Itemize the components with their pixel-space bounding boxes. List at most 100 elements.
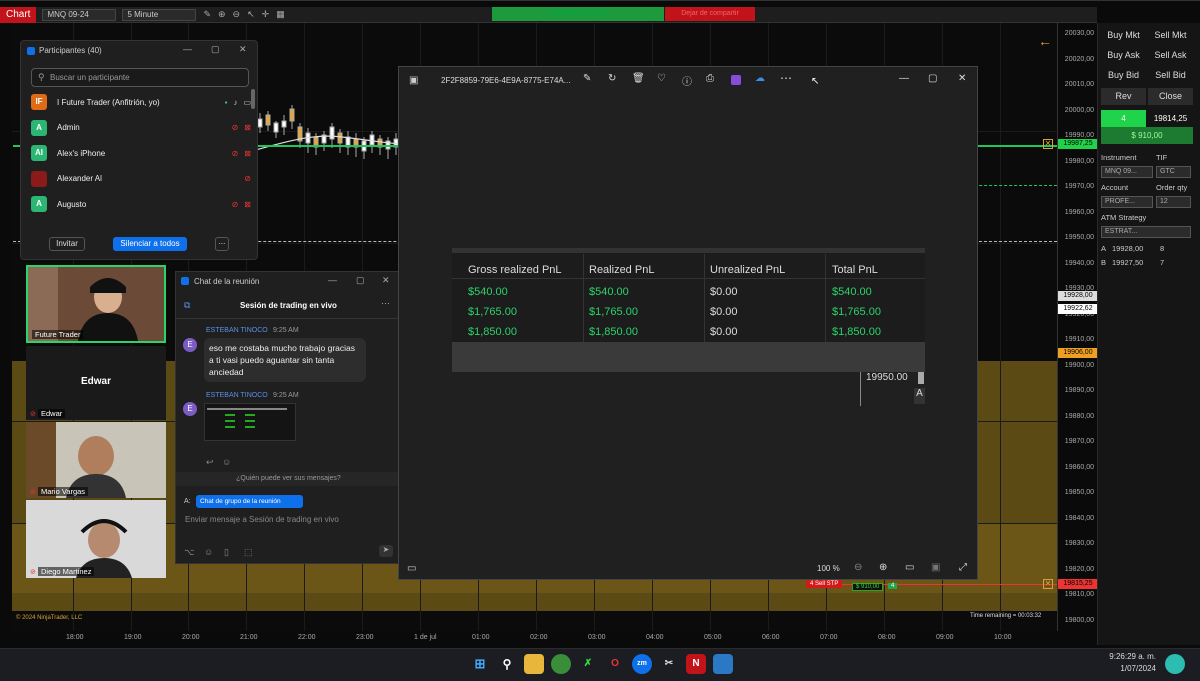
search-icon[interactable]: ⚲ <box>497 654 517 674</box>
sell-ask-button[interactable]: Sell Ask <box>1148 47 1193 64</box>
participants-scrollbar[interactable] <box>251 89 255 109</box>
participant-row[interactable]: A Augusto ⊘ ⊠ <box>31 193 251 215</box>
maximize-icon[interactable]: ▢ <box>356 275 365 286</box>
maximize-icon[interactable]: ▢ <box>928 73 937 84</box>
file-explorer-icon[interactable] <box>524 654 544 674</box>
image-gallery-icon[interactable]: ▣ <box>409 75 418 86</box>
camera-off-icon[interactable]: ⊠ <box>244 123 251 132</box>
who-can-see-link[interactable]: ¿Quién puede ver sus mensajes? <box>176 472 401 486</box>
pointer-icon[interactable]: ↖ <box>247 9 255 20</box>
close-target-icon[interactable]: ✕ <box>1043 139 1053 149</box>
muted-mic-icon[interactable]: ⊘ <box>232 123 239 132</box>
buy-bid-button[interactable]: Buy Bid <box>1101 67 1146 84</box>
muted-mic-icon[interactable]: ⊘ <box>232 149 239 158</box>
time-axis[interactable]: 18:00 19:00 20:00 21:00 22:00 23:00 1 de jul 01… <box>12 631 1057 647</box>
close-position-button[interactable]: Close <box>1148 88 1193 105</box>
sell-stop-order-tag[interactable]: 4 Sell STP <box>806 580 843 588</box>
image-attachment-thumbnail[interactable] <box>204 403 296 441</box>
snipping-tool-icon[interactable]: ✂ <box>659 654 679 674</box>
more-icon[interactable]: ⋯ <box>780 71 792 85</box>
zoom-in-icon[interactable]: ⊕ <box>218 9 226 20</box>
strategy-button[interactable]: Estrategia (oculta) <box>492 7 664 21</box>
minimize-icon[interactable]: — <box>899 73 909 84</box>
onedrive-icon[interactable]: ☁ <box>755 73 765 84</box>
ninjatrader-icon[interactable]: N <box>686 654 706 674</box>
muted-mic-icon[interactable]: ⊘ <box>232 200 239 209</box>
tif-select[interactable]: GTC <box>1156 166 1191 178</box>
camera-off-icon[interactable]: ⊠ <box>244 149 251 158</box>
start-icon[interactable]: ⊞ <box>470 654 490 674</box>
camera-off-icon[interactable]: ⊠ <box>244 200 251 209</box>
opera-icon[interactable]: O <box>605 654 625 674</box>
chrome-icon[interactable] <box>551 654 571 674</box>
zoom-app-icon[interactable]: zm <box>632 654 652 674</box>
instrument-select[interactable]: MNQ 09... <box>1101 166 1153 178</box>
minimize-icon[interactable]: — <box>183 44 192 54</box>
photos-app-icon[interactable] <box>713 654 733 674</box>
chart-tab[interactable]: Chart <box>0 6 37 23</box>
send-icon[interactable]: ➤ <box>379 545 393 557</box>
video-tile-diego-martinez[interactable]: Diego Martinez ⊘ <box>26 500 166 578</box>
participant-row[interactable]: AI Alex's iPhone ⊘ ⊠ <box>31 142 251 164</box>
filmstrip-icon[interactable]: ▭ <box>407 563 416 574</box>
fullscreen-icon[interactable]: ⤢ <box>959 562 967 573</box>
emoji-reaction-icon[interactable]: ☺ <box>222 457 231 467</box>
reply-icon[interactable]: ↩ <box>206 457 214 468</box>
participant-row[interactable]: A Admin ⊘ ⊠ <box>31 117 251 139</box>
account-select[interactable]: PROFE... <box>1101 196 1153 208</box>
more-options-button[interactable]: ... <box>215 237 229 251</box>
chat-message-input[interactable]: Enviar mensaje a Sesión de trading en vi… <box>185 515 339 524</box>
participant-row[interactable]: Alexander Al ⊘ <box>31 168 251 190</box>
interval-selector[interactable]: 5 Minute <box>122 8 197 21</box>
order-qty-input[interactable]: 12 <box>1156 196 1191 208</box>
info-icon[interactable]: ⓘ <box>682 73 692 88</box>
maximize-icon[interactable]: ▢ <box>211 44 220 55</box>
designer-icon[interactable] <box>731 75 741 85</box>
rotate-icon[interactable]: ↻ <box>608 73 616 84</box>
emoji-icon[interactable]: ☺ <box>204 547 213 557</box>
close-icon[interactable]: ✕ <box>382 275 390 286</box>
actual-size-icon[interactable]: ▣ <box>931 562 940 573</box>
zoom-out-icon[interactable]: ⊖ <box>854 562 862 573</box>
chat-more-icon[interactable]: ⋯ <box>381 298 390 309</box>
data-box-icon[interactable]: ▦ <box>276 9 285 20</box>
delete-icon[interactable]: 🗑 <box>632 73 645 84</box>
sell-market-button[interactable]: Sell Mkt <box>1148 27 1193 44</box>
print-icon[interactable]: ⎙ <box>706 73 714 84</box>
crosshair-icon[interactable]: ✛ <box>262 9 270 20</box>
muted-mic-icon[interactable]: ⊘ <box>244 174 251 183</box>
zoom-in-icon[interactable]: ⊕ <box>879 562 887 573</box>
participant-row[interactable]: IF I Future Trader (Anfitrión, yo) ▪ ♪ ▭ <box>31 91 251 113</box>
mute-all-button[interactable]: Silenciar a todos <box>113 237 187 251</box>
reverse-button[interactable]: Rev <box>1101 88 1146 105</box>
zoom-out-icon[interactable]: ⊖ <box>233 9 241 20</box>
video-tile-mario-vargas[interactable]: Mario Vargas ⊘ <box>26 422 166 498</box>
format-icon[interactable]: ⌥ <box>184 547 194 558</box>
edit-icon[interactable]: ✎ <box>583 73 591 84</box>
atm-strategy-select[interactable]: ESTRAT... <box>1101 226 1191 238</box>
stop-sharing-button[interactable]: Dejar de compartir <box>665 7 755 21</box>
pencil-icon[interactable]: ✎ <box>203 9 211 20</box>
fit-icon[interactable]: ▭ <box>905 562 914 573</box>
instrument-selector[interactable]: MNQ 09-24 <box>42 8 117 21</box>
close-stop-icon[interactable]: ✕ <box>1043 579 1053 589</box>
price-axis[interactable]: 20030,00 20020,00 20010,00 20000,00 19990,00… <box>1057 23 1098 631</box>
search-input[interactable]: Buscar un participante <box>50 73 130 82</box>
screenshot-icon[interactable]: ⬚ <box>244 547 253 558</box>
mic-icon[interactable]: ♪ <box>233 98 237 107</box>
video-tile-edwar[interactable]: Edwar Edwar ⊘ <box>26 346 166 420</box>
buy-market-button[interactable]: Buy Mkt <box>1101 27 1146 44</box>
favorite-icon[interactable]: ♡ <box>657 73 666 84</box>
file-icon[interactable]: ▯ <box>224 547 229 558</box>
recipient-selector[interactable]: Chat de grupo de la reunión <box>196 495 303 508</box>
copilot-icon[interactable] <box>1165 654 1185 674</box>
invite-button[interactable]: Invitar <box>49 237 85 251</box>
close-icon[interactable]: ✕ <box>239 44 247 55</box>
participant-search[interactable]: ⚲ Buscar un participante <box>31 68 249 87</box>
scroll-left-icon[interactable]: ← <box>1038 33 1052 49</box>
buy-ask-button[interactable]: Buy Ask <box>1101 47 1146 64</box>
app-icon[interactable]: ✗ <box>578 654 598 674</box>
close-icon[interactable]: ✕ <box>958 73 966 84</box>
minimize-icon[interactable]: — <box>328 275 337 285</box>
video-tile-future-trader[interactable]: Future Trader <box>26 265 166 343</box>
